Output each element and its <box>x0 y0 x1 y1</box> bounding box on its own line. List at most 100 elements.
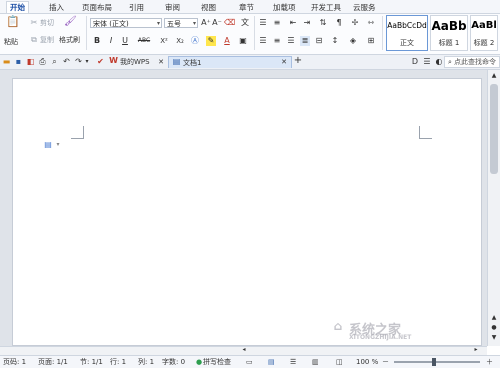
print-icon[interactable]: ⎙ <box>38 57 47 67</box>
char-border-icon[interactable]: ▣ <box>238 36 248 46</box>
brush-icon[interactable]: 🖌 <box>64 17 77 27</box>
pin-icon[interactable]: ✔ <box>96 57 105 67</box>
subscript-button[interactable]: X₂ <box>174 36 186 46</box>
zoom-slider-thumb[interactable] <box>432 358 436 366</box>
chevron-down-icon[interactable]: ▾ <box>55 140 61 150</box>
style-heading-1[interactable]: AaBb 标题 1 <box>430 15 468 51</box>
align-left-icon[interactable]: ☰ <box>258 36 268 46</box>
style-preview: AaBbCcDd <box>387 21 427 30</box>
format-painter-button[interactable]: 格式刷 <box>59 36 80 45</box>
zoom-slider[interactable] <box>394 358 480 366</box>
tab-home[interactable]: 开始 <box>6 1 29 13</box>
font-size-select[interactable]: 五号 ▾ <box>164 18 198 28</box>
chevron-down-icon[interactable]: ▾ <box>84 57 90 67</box>
scroll-up-icon[interactable]: ▲ <box>490 71 498 81</box>
page-view-icon[interactable]: ▤ <box>268 356 275 368</box>
focus-mode-icon[interactable]: ◫ <box>336 356 343 368</box>
select-browse-icon[interactable]: ● <box>490 323 498 333</box>
next-page-icon[interactable]: ▼ <box>490 333 498 343</box>
char-scale-icon[interactable]: ✢ <box>350 18 360 28</box>
tab-cloud[interactable]: 云服务 <box>350 2 379 13</box>
cut-button[interactable]: 剪切 <box>40 19 54 28</box>
align-center-icon[interactable]: ≡ <box>272 36 282 46</box>
highlight-icon[interactable]: ✎ <box>206 36 216 46</box>
font-name-select[interactable]: 宋体 (正文) ▾ <box>90 18 162 28</box>
zoom-out-icon[interactable]: － <box>382 356 389 368</box>
shading-icon[interactable]: ◈ <box>348 36 358 46</box>
document-page[interactable]: ▤ ▾ ⌂ 系统之家 XITONGZHIJIA.NET <box>12 78 482 346</box>
bold-button[interactable]: B <box>92 36 102 46</box>
scissors-icon: ✂ <box>30 18 38 27</box>
undo-icon[interactable]: ↶ <box>62 57 71 67</box>
copy-button[interactable]: 复制 <box>40 36 54 45</box>
border-icon[interactable]: ⊞ <box>366 36 376 46</box>
outline-view-icon[interactable]: ☰ <box>290 356 296 368</box>
grow-font-icon[interactable]: A⁺ <box>201 18 211 28</box>
status-pages[interactable]: 页面: 1/1 <box>38 356 68 368</box>
line-spacing-icon[interactable]: ↕ <box>330 36 340 46</box>
protect-icon[interactable]: ▭ <box>246 356 253 368</box>
increase-indent-icon[interactable]: ⇥ <box>302 18 312 28</box>
status-col: 列: 1 <box>138 358 155 366</box>
paste-icon[interactable]: 📋 <box>6 16 20 31</box>
scroll-right-icon[interactable]: ▸ <box>472 346 480 354</box>
tab-view[interactable]: 视图 <box>198 2 219 13</box>
pdf-icon[interactable]: ◧ <box>26 57 35 67</box>
d-icon[interactable]: D <box>411 57 419 67</box>
tab-page-layout[interactable]: 页面布局 <box>79 2 115 13</box>
close-icon[interactable]: ✕ <box>157 57 165 67</box>
save-icon[interactable]: ▪ <box>14 57 23 67</box>
zoom-in-icon[interactable]: ＋ <box>486 356 493 368</box>
tab-insert[interactable]: 插入 <box>46 2 67 13</box>
status-page[interactable]: 页码: 1 <box>3 356 26 368</box>
clear-format-icon[interactable]: ⌫ <box>224 18 235 28</box>
decrease-indent-icon[interactable]: ⇤ <box>288 18 298 28</box>
status-word-count[interactable]: 字数: 0 <box>162 356 185 368</box>
shrink-font-icon[interactable]: A⁻ <box>212 18 222 28</box>
paragraph-layout-icon[interactable]: ▤ <box>43 140 53 150</box>
open-folder-icon[interactable]: ▬ <box>2 57 11 67</box>
horizontal-scrollbar[interactable]: ◂ ▸ <box>0 346 487 355</box>
tab-chapter[interactable]: 章节 <box>236 2 257 13</box>
tab-my-wps[interactable]: W 我的WPS <box>106 56 164 68</box>
scroll-left-icon[interactable]: ◂ <box>240 346 248 354</box>
strikethrough-button[interactable]: ABC <box>134 36 154 46</box>
settings-icon[interactable]: ☰ <box>423 57 431 67</box>
skin-icon[interactable]: ◐ <box>435 57 443 67</box>
preview-icon[interactable]: ⌕ <box>50 57 59 67</box>
vertical-scrollbar[interactable]: ▲ ▲ ● ▼ <box>487 70 500 346</box>
tabs-icon[interactable]: ⇿ <box>366 18 376 28</box>
close-icon[interactable]: ✕ <box>280 57 288 67</box>
tab-review[interactable]: 审阅 <box>162 2 183 13</box>
tab-addins[interactable]: 加载项 <box>270 2 299 13</box>
style-normal[interactable]: AaBbCcDd 正文 <box>386 15 428 51</box>
style-heading-2[interactable]: AaBl 标题 2 <box>470 15 498 51</box>
web-view-icon[interactable]: ▥ <box>312 356 319 368</box>
font-color-button[interactable]: A <box>222 36 232 46</box>
tab-document-1[interactable]: ▤ 文档1 ✕ <box>168 56 292 68</box>
justify-icon[interactable]: ≣ <box>300 36 310 46</box>
tab-developer[interactable]: 开发工具 <box>308 2 344 13</box>
paste-button[interactable]: 粘贴 <box>4 38 18 47</box>
pinyin-icon[interactable]: 文 <box>240 18 250 28</box>
redo-icon[interactable]: ↷ <box>74 57 83 67</box>
tab-reference[interactable]: 引用 <box>126 2 147 13</box>
underline-button[interactable]: U <box>120 36 130 46</box>
align-right-icon[interactable]: ☰ <box>286 36 296 46</box>
bullet-list-icon[interactable]: ☰ <box>258 18 268 28</box>
show-marks-icon[interactable]: ¶ <box>334 18 344 28</box>
superscript-button[interactable]: X² <box>158 36 170 46</box>
status-spell-check[interactable]: 拼写检查 <box>203 356 231 368</box>
style-caption: 标题 2 <box>473 39 495 47</box>
separator <box>254 16 255 50</box>
scroll-thumb[interactable] <box>490 84 498 174</box>
sort-icon[interactable]: ⇅ <box>318 18 328 28</box>
zoom-value[interactable]: 100 % <box>356 356 378 368</box>
prev-page-icon[interactable]: ▲ <box>490 313 498 323</box>
command-search-input[interactable]: ⌕ 点此查找命令 <box>444 56 500 68</box>
new-tab-button[interactable]: + <box>293 56 303 66</box>
text-effect-icon[interactable]: Ⓐ <box>190 36 200 46</box>
numbered-list-icon[interactable]: ≡ <box>272 18 282 28</box>
distribute-icon[interactable]: ⊟ <box>314 36 324 46</box>
italic-button[interactable]: I <box>106 36 116 46</box>
